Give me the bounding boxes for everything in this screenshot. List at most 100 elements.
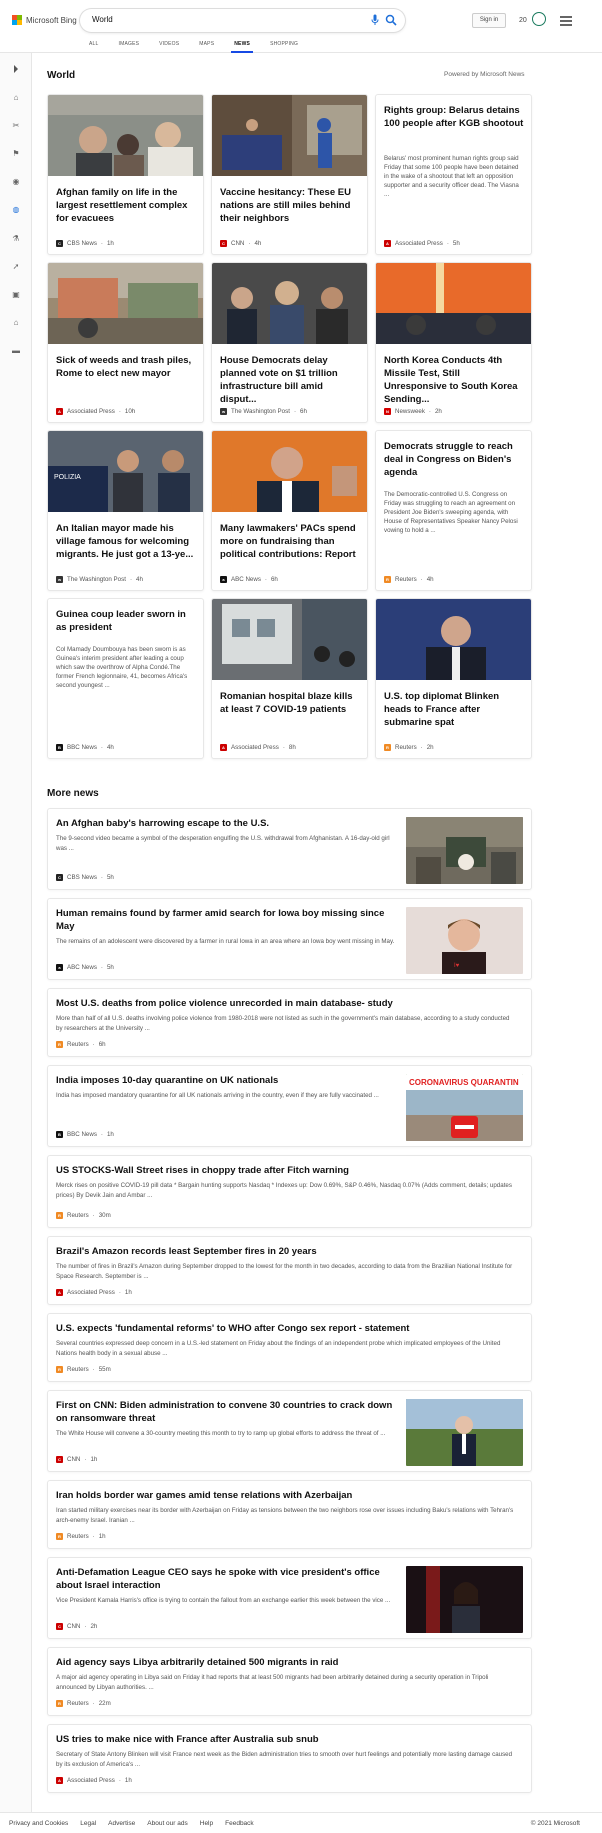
- news-thumbnail[interactable]: [406, 1399, 523, 1466]
- news-card-title[interactable]: An Italian mayor made his village famous…: [56, 522, 197, 561]
- more-news-item[interactable]: US STOCKS-Wall Street rises in choppy tr…: [47, 1155, 532, 1228]
- news-card-image[interactable]: [376, 599, 531, 680]
- news-title[interactable]: Brazil's Amazon records least September …: [56, 1245, 516, 1258]
- news-card-image[interactable]: [212, 263, 367, 344]
- rocket-icon[interactable]: ➚: [11, 261, 21, 271]
- news-thumbnail[interactable]: I♥: [406, 907, 523, 974]
- news-card[interactable]: Afghan family on life in the largest res…: [47, 94, 204, 255]
- chevron-right-icon[interactable]: [7, 61, 25, 77]
- news-card-image[interactable]: POLIZIA: [48, 431, 203, 512]
- more-news-item[interactable]: US tries to make nice with France after …: [47, 1724, 532, 1793]
- news-title[interactable]: Human remains found by farmer amid searc…: [56, 907, 396, 933]
- more-news-item[interactable]: Brazil's Amazon records least September …: [47, 1236, 532, 1305]
- home-icon[interactable]: ⌂: [11, 92, 21, 102]
- news-card-image[interactable]: [48, 263, 203, 344]
- film-icon[interactable]: ▣: [11, 289, 21, 299]
- news-card-image[interactable]: [212, 599, 367, 680]
- bank-icon[interactable]: ⌂: [11, 318, 21, 328]
- news-card[interactable]: House Democrats delay planned vote on $1…: [211, 262, 368, 423]
- microscope-icon[interactable]: ⚗: [11, 233, 21, 243]
- search-icon[interactable]: [385, 14, 397, 26]
- news-card[interactable]: North Korea Conducts 4th Missile Test, S…: [375, 262, 532, 423]
- news-card-image[interactable]: [212, 95, 367, 176]
- more-news-item[interactable]: An Afghan baby's harrowing escape to the…: [47, 808, 532, 890]
- news-card[interactable]: Many lawmakers' PACs spend more on fundr…: [211, 430, 368, 591]
- tab-news[interactable]: NEWS: [231, 41, 253, 53]
- sign-in-button[interactable]: Sign in: [472, 13, 506, 28]
- tab-shopping[interactable]: SHOPPING: [270, 41, 298, 53]
- news-title[interactable]: India imposes 10-day quarantine on UK na…: [56, 1074, 396, 1087]
- news-thumbnail[interactable]: CORONAVIRUS QUARANTIN: [406, 1074, 523, 1141]
- news-card[interactable]: Guinea coup leader sworn in as president…: [47, 598, 204, 759]
- more-news-item[interactable]: Human remains found by farmer amid searc…: [47, 898, 532, 980]
- news-card-title[interactable]: Sick of weeds and trash piles, Rome to e…: [56, 354, 197, 380]
- news-card-image[interactable]: [212, 431, 367, 512]
- globe-icon[interactable]: ◍: [11, 205, 21, 215]
- news-title[interactable]: First on CNN: Biden administration to co…: [56, 1399, 396, 1425]
- more-news-item[interactable]: Aid agency says Libya arbitrarily detain…: [47, 1647, 532, 1716]
- news-title[interactable]: An Afghan baby's harrowing escape to the…: [56, 817, 396, 830]
- microphone-icon[interactable]: [371, 14, 379, 26]
- news-card[interactable]: Sick of weeds and trash piles, Rome to e…: [47, 262, 204, 423]
- news-card-title[interactable]: North Korea Conducts 4th Missile Test, S…: [384, 354, 525, 406]
- time-ago: 5h: [106, 874, 114, 881]
- news-card-title[interactable]: House Democrats delay planned vote on $1…: [220, 354, 361, 406]
- more-news-item[interactable]: Anti-Defamation League CEO says he spoke…: [47, 1557, 532, 1639]
- news-card-title[interactable]: U.S. top diplomat Blinken heads to Franc…: [384, 690, 525, 729]
- more-news-item[interactable]: Iran holds border war games amid tense r…: [47, 1480, 532, 1549]
- source-logo-icon: C: [220, 240, 227, 247]
- news-card-image[interactable]: [376, 263, 531, 344]
- news-snippet: More than half of all U.S. deaths involv…: [56, 1015, 510, 1032]
- rewards-count[interactable]: 20: [519, 17, 527, 24]
- news-title[interactable]: Iran holds border war games amid tense r…: [56, 1489, 516, 1502]
- source-logo-icon: C: [56, 240, 63, 247]
- more-news-item[interactable]: India imposes 10-day quarantine on UK na…: [47, 1065, 532, 1147]
- location-pin-icon[interactable]: ◉: [11, 177, 21, 187]
- tab-maps[interactable]: MAPS: [199, 41, 214, 53]
- source-name: CNN: [231, 240, 245, 247]
- hamburger-menu-icon[interactable]: [560, 16, 572, 26]
- news-thumbnail[interactable]: [406, 817, 523, 884]
- news-card-title[interactable]: Democrats struggle to reach deal in Cong…: [384, 440, 525, 479]
- footer-link[interactable]: Legal: [80, 1820, 96, 1827]
- news-card[interactable]: Democrats struggle to reach deal in Cong…: [375, 430, 532, 591]
- news-card-title[interactable]: Rights group: Belarus detains 100 people…: [384, 104, 525, 130]
- news-card[interactable]: Rights group: Belarus detains 100 people…: [375, 94, 532, 255]
- news-card-title[interactable]: Afghan family on life in the largest res…: [56, 186, 197, 225]
- news-card[interactable]: Vaccine hesitancy: These EU nations are …: [211, 94, 368, 255]
- tab-images[interactable]: IMAGES: [119, 41, 140, 53]
- more-news-item[interactable]: Most U.S. deaths from police violence un…: [47, 988, 532, 1057]
- scissors-icon[interactable]: ✂: [11, 120, 21, 130]
- search-input[interactable]: World: [92, 15, 113, 24]
- footer-link[interactable]: Help: [200, 1820, 213, 1827]
- news-card-title[interactable]: Many lawmakers' PACs spend more on fundr…: [220, 522, 361, 561]
- news-thumbnail[interactable]: [406, 1566, 523, 1633]
- more-news-item[interactable]: U.S. expects 'fundamental reforms' to WH…: [47, 1313, 532, 1382]
- footer-link[interactable]: Privacy and Cookies: [9, 1820, 68, 1827]
- news-title[interactable]: Anti-Defamation League CEO says he spoke…: [56, 1566, 396, 1592]
- footer-link[interactable]: Feedback: [225, 1820, 254, 1827]
- footer-link[interactable]: Advertise: [108, 1820, 135, 1827]
- news-title[interactable]: US STOCKS-Wall Street rises in choppy tr…: [56, 1164, 516, 1177]
- news-card[interactable]: U.S. top diplomat Blinken heads to Franc…: [375, 598, 532, 759]
- search-box[interactable]: World: [80, 9, 405, 32]
- news-title[interactable]: Most U.S. deaths from police violence un…: [56, 997, 516, 1010]
- news-title[interactable]: US tries to make nice with France after …: [56, 1733, 516, 1746]
- source-name: BBC News: [67, 1131, 97, 1138]
- tab-all[interactable]: ALL: [89, 41, 99, 53]
- news-card-image[interactable]: [48, 95, 203, 176]
- news-title[interactable]: U.S. expects 'fundamental reforms' to WH…: [56, 1322, 516, 1335]
- news-title[interactable]: Aid agency says Libya arbitrarily detain…: [56, 1656, 516, 1669]
- flag-icon[interactable]: ⚑: [11, 148, 21, 158]
- news-card-title[interactable]: Guinea coup leader sworn in as president: [56, 608, 197, 634]
- news-card-title[interactable]: Romanian hospital blaze kills at least 7…: [220, 690, 361, 716]
- more-news-item[interactable]: First on CNN: Biden administration to co…: [47, 1390, 532, 1472]
- tab-videos[interactable]: VIDEOS: [159, 41, 179, 53]
- news-card-title[interactable]: Vaccine hesitancy: These EU nations are …: [220, 186, 361, 225]
- rewards-icon[interactable]: [532, 12, 546, 26]
- credit-card-icon[interactable]: ▬: [11, 346, 21, 356]
- footer-link[interactable]: About our ads: [147, 1820, 187, 1827]
- bing-logo[interactable]: Microsoft Bing: [12, 15, 77, 25]
- news-card[interactable]: POLIZIA An Italian mayor made his village…: [47, 430, 204, 591]
- news-card[interactable]: Romanian hospital blaze kills at least 7…: [211, 598, 368, 759]
